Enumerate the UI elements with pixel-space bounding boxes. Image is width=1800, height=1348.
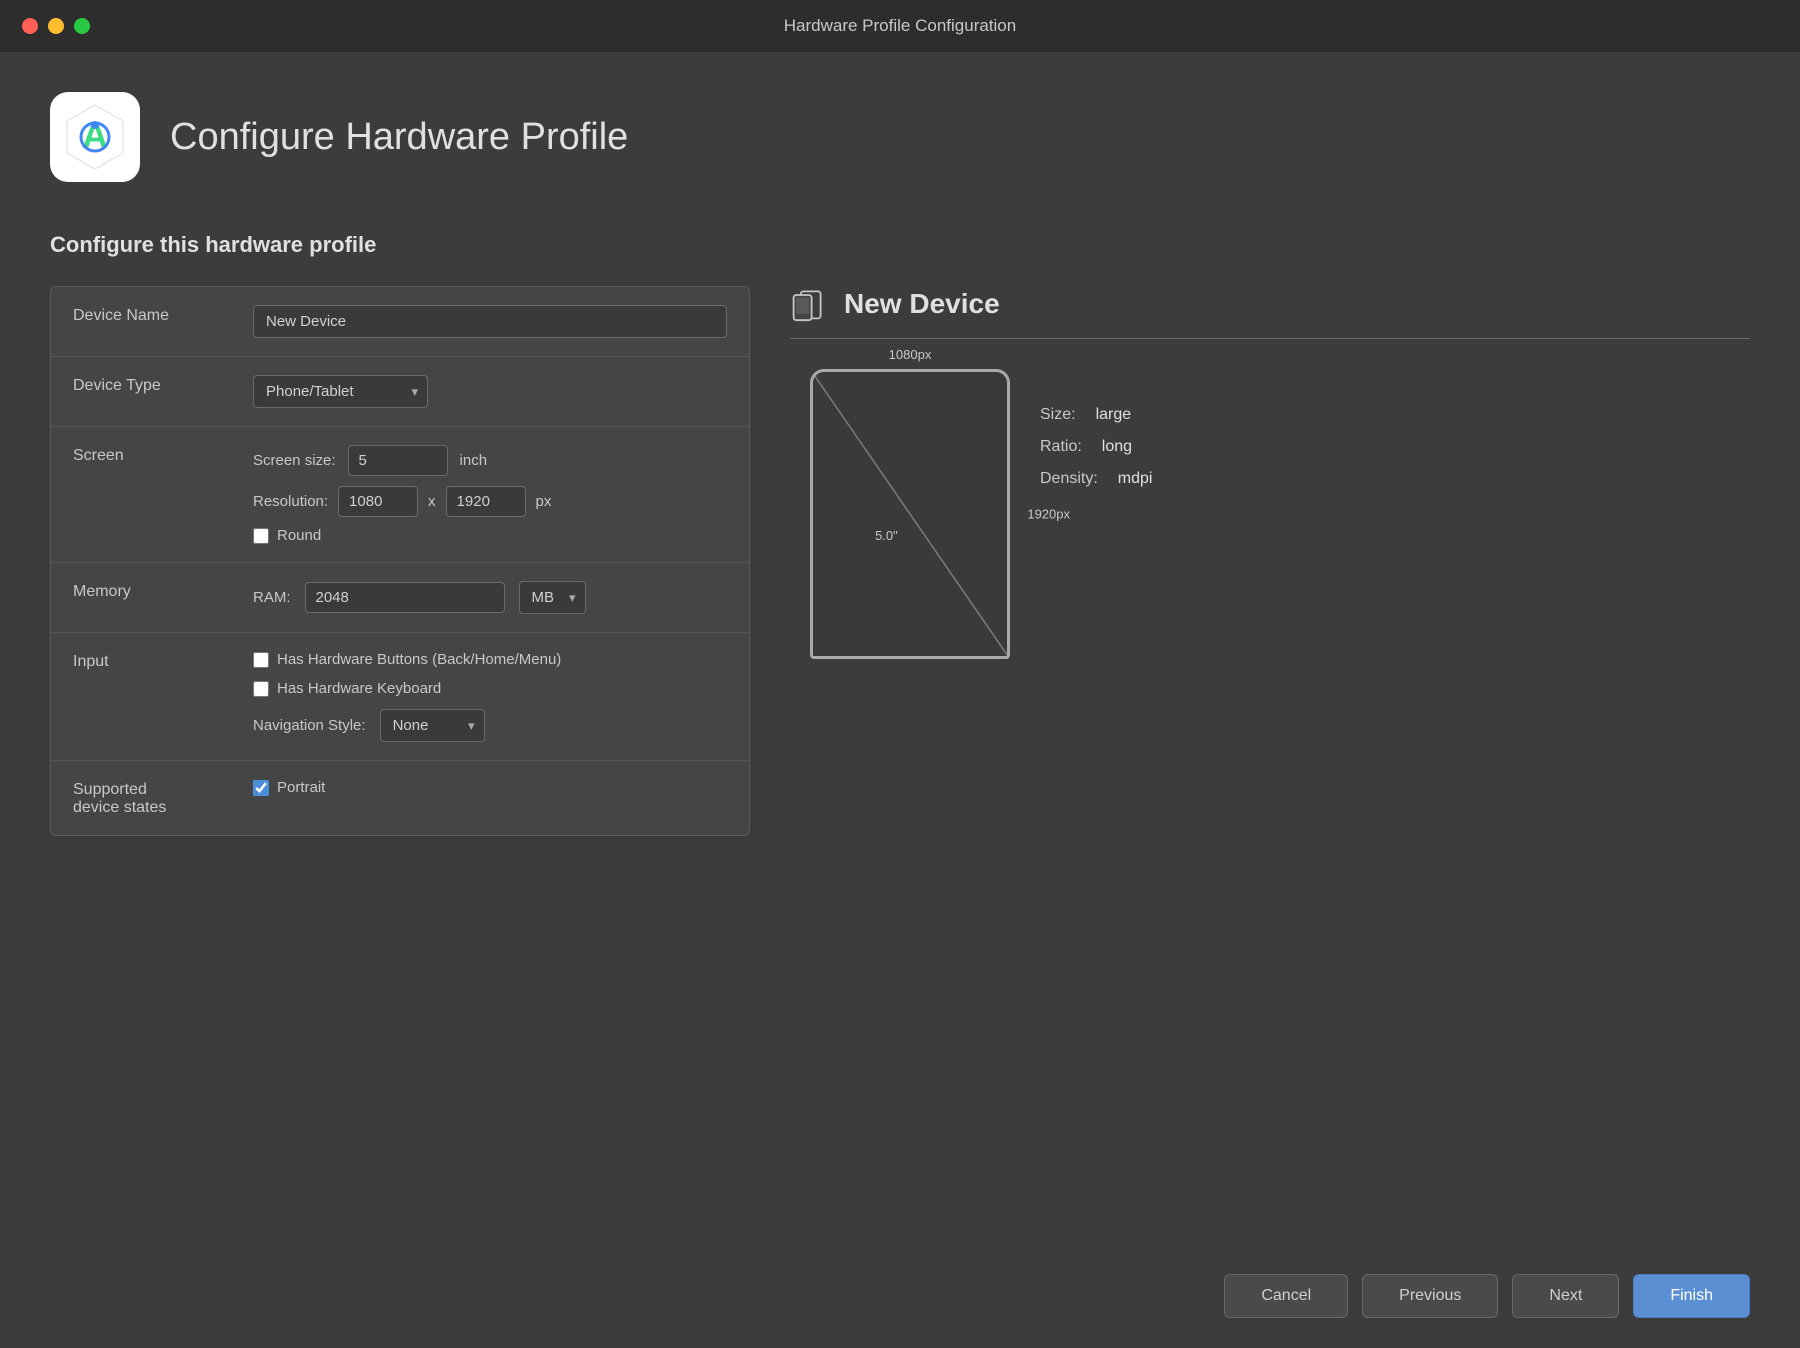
screen-label: Screen (73, 445, 253, 465)
memory-control: RAM: MB GB (253, 581, 727, 614)
device-diagonal-svg (813, 372, 1007, 656)
ram-unit-select-wrapper: MB GB (519, 581, 586, 614)
device-preview-container: 1080px 5.0" 1920px (810, 369, 1010, 659)
screen-row: Screen Screen size: inch Resolution: (51, 427, 749, 563)
density-label: Density: (1040, 463, 1098, 495)
resolution-x-input[interactable] (338, 486, 418, 517)
next-button[interactable]: Next (1512, 1274, 1619, 1318)
device-name-row: Device Name (51, 287, 749, 357)
device-frame: 5.0" (810, 369, 1010, 659)
device-type-control: Phone/Tablet Android Wear Android TV And… (253, 375, 727, 408)
device-type-label: Device Type (73, 375, 253, 395)
device-name-control (253, 305, 727, 338)
round-checkbox[interactable] (253, 528, 269, 544)
spec-size-row: Size: large (1040, 399, 1152, 431)
size-value: large (1096, 399, 1132, 431)
size-label: Size: (1040, 399, 1076, 431)
device-preview-icon (790, 286, 826, 322)
nav-style-row: Navigation Style: None D-pad Trackball W… (253, 709, 727, 742)
device-type-select-wrapper: Phone/Tablet Android Wear Android TV And… (253, 375, 428, 408)
density-value: mdpi (1118, 463, 1153, 495)
nav-style-select[interactable]: None D-pad Trackball Wheel (380, 709, 485, 742)
ratio-value: long (1102, 431, 1132, 463)
maximize-button[interactable] (74, 18, 90, 34)
spec-ratio-row: Ratio: long (1040, 431, 1152, 463)
device-type-select[interactable]: Phone/Tablet Android Wear Android TV And… (253, 375, 428, 408)
preview-body: 1080px 5.0" 1920px Size: large (790, 369, 1750, 659)
portrait-checkbox[interactable] (253, 780, 269, 796)
input-control: Has Hardware Buttons (Back/Home/Menu) Ha… (253, 651, 727, 742)
bottom-bar: Cancel Previous Next Finish (0, 1254, 1800, 1348)
memory-label: Memory (73, 581, 253, 601)
preview-header: New Device (790, 286, 1750, 339)
dimension-right-label: 1920px (1027, 507, 1070, 522)
screen-control: Screen size: inch Resolution: x px (253, 445, 727, 544)
header: A Configure Hardware Profile (50, 92, 1750, 182)
nav-style-label: Navigation Style: (253, 717, 366, 734)
memory-row: Memory RAM: MB GB (51, 563, 749, 633)
main-content: A Configure Hardware Profile Configure t… (0, 52, 1800, 1254)
screen-size-label: Screen size: (253, 452, 336, 469)
supported-states-control: Portrait (253, 779, 727, 796)
device-name-input[interactable] (253, 305, 727, 338)
section-title: Configure this hardware profile (50, 232, 1750, 258)
input-section: Has Hardware Buttons (Back/Home/Menu) Ha… (253, 651, 727, 742)
round-row: Round (253, 527, 727, 544)
hw-buttons-checkbox[interactable] (253, 652, 269, 668)
screen-size-unit: inch (460, 452, 488, 469)
resolution-unit: px (536, 493, 552, 510)
title-bar: Hardware Profile Configuration (0, 0, 1800, 52)
device-type-row: Device Type Phone/Tablet Android Wear An… (51, 357, 749, 427)
round-label: Round (277, 527, 321, 544)
logo-container: A (50, 92, 140, 182)
dimension-center-label: 5.0" (875, 528, 898, 543)
form-card: Device Name Device Type Phone/Tablet And… (50, 286, 750, 836)
traffic-lights (22, 18, 90, 34)
hw-keyboard-checkbox[interactable] (253, 681, 269, 697)
portrait-label: Portrait (277, 779, 325, 796)
ram-input[interactable] (305, 582, 505, 613)
preview-device-name: New Device (844, 288, 1000, 320)
window-title: Hardware Profile Configuration (784, 16, 1016, 36)
android-studio-logo: A (59, 101, 131, 173)
hw-buttons-label: Has Hardware Buttons (Back/Home/Menu) (277, 651, 561, 668)
portrait-row: Portrait (253, 779, 727, 796)
resolution-x-sep: x (428, 493, 436, 510)
preview-specs: Size: large Ratio: long Density: mdpi (1040, 399, 1152, 495)
device-name-label: Device Name (73, 305, 253, 325)
ram-row: RAM: MB GB (253, 581, 727, 614)
nav-style-select-wrapper: None D-pad Trackball Wheel (380, 709, 485, 742)
form-layout: Device Name Device Type Phone/Tablet And… (50, 286, 1750, 1224)
resolution-row: Resolution: x px (253, 486, 727, 517)
ram-label: RAM: (253, 589, 291, 606)
previous-button[interactable]: Previous (1362, 1274, 1498, 1318)
close-button[interactable] (22, 18, 38, 34)
preview-panel: New Device 1080px 5.0" 1920px (790, 286, 1750, 1224)
screen-size-input[interactable] (348, 445, 448, 476)
cancel-button[interactable]: Cancel (1224, 1274, 1348, 1318)
finish-button[interactable]: Finish (1633, 1274, 1750, 1318)
hw-keyboard-row: Has Hardware Keyboard (253, 680, 727, 697)
ratio-label: Ratio: (1040, 431, 1082, 463)
page-title: Configure Hardware Profile (170, 116, 628, 159)
supported-states-label: Supported device states (73, 779, 253, 817)
resolution-y-input[interactable] (446, 486, 526, 517)
ram-unit-select[interactable]: MB GB (519, 581, 586, 614)
form-panel: Device Name Device Type Phone/Tablet And… (50, 286, 750, 1224)
input-label: Input (73, 651, 253, 671)
supported-states-row: Supported device states Portrait (51, 761, 749, 835)
hw-buttons-row: Has Hardware Buttons (Back/Home/Menu) (253, 651, 727, 668)
spec-density-row: Density: mdpi (1040, 463, 1152, 495)
minimize-button[interactable] (48, 18, 64, 34)
dimension-top-label: 1080px (889, 347, 932, 362)
input-row: Input Has Hardware Buttons (Back/Home/Me… (51, 633, 749, 761)
hw-keyboard-label: Has Hardware Keyboard (277, 680, 441, 697)
resolution-label: Resolution: (253, 493, 328, 510)
